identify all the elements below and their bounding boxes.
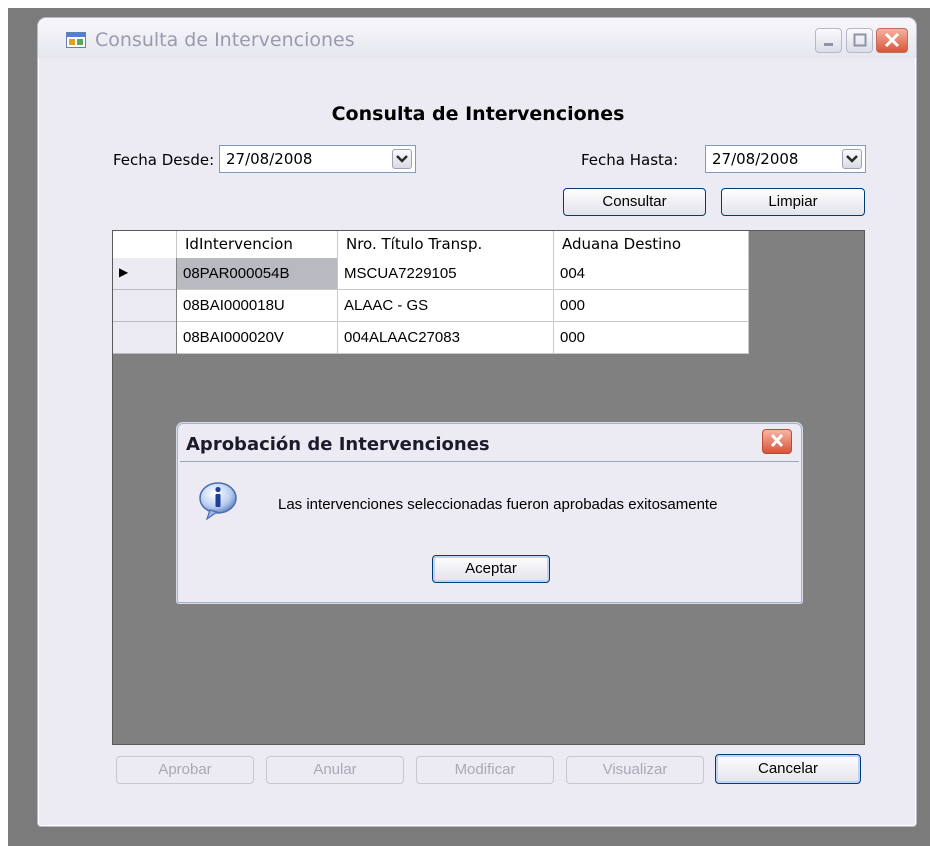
table-cell[interactable]: 000 — [554, 290, 749, 322]
table-cell[interactable]: 004ALAAC27083 — [338, 322, 554, 354]
column-header-aduana[interactable]: Aduana Destino — [554, 231, 749, 258]
window-title: Consulta de Intervenciones — [95, 29, 355, 51]
fecha-hasta-dropdown[interactable] — [842, 149, 862, 169]
grid-header: IdIntervencion Nro. Título Transp. Aduan… — [113, 231, 749, 258]
minimize-button[interactable] — [815, 28, 842, 53]
table-cell[interactable]: 000 — [554, 322, 749, 354]
grid-corner-cell — [113, 231, 177, 258]
fecha-desde-value: 27/08/2008 — [226, 150, 313, 168]
fecha-hasta-label: Fecha Hasta: — [581, 151, 679, 169]
table-cell[interactable]: 08PAR000054B — [177, 258, 338, 290]
close-button[interactable] — [876, 28, 908, 53]
row-header[interactable] — [113, 322, 176, 354]
maximize-icon — [853, 33, 867, 47]
column-header-titulo[interactable]: Nro. Título Transp. — [338, 231, 554, 258]
anular-button[interactable]: Anular — [266, 756, 404, 784]
dialog-title: Aprobación de Intervenciones — [186, 434, 490, 455]
dialog-body: Las intervenciones seleccionadas fueron … — [180, 461, 799, 602]
current-row-indicator-icon: ▶ — [119, 265, 129, 279]
modificar-button[interactable]: Modificar — [416, 756, 554, 784]
table-cell[interactable]: ALAAC - GS — [338, 290, 554, 322]
table-cell[interactable]: 004 — [554, 258, 749, 290]
page-heading: Consulta de Intervenciones — [331, 103, 625, 125]
close-icon — [770, 433, 784, 448]
row-header[interactable]: ▶ — [113, 258, 176, 290]
table-cell[interactable]: MSCUA7229105 — [338, 258, 554, 290]
table-cell[interactable]: 08BAI000020V — [177, 322, 338, 354]
maximize-button[interactable] — [846, 28, 873, 53]
table-cell[interactable]: 08BAI000018U — [177, 290, 338, 322]
column-header-id[interactable]: IdIntervencion — [177, 231, 338, 258]
dialog-message: Las intervenciones seleccionadas fueron … — [278, 496, 718, 513]
fecha-desde-dropdown[interactable] — [392, 149, 412, 169]
form-app-icon — [66, 32, 86, 48]
close-icon — [884, 32, 900, 48]
approval-dialog: Aprobación de Intervenciones Las interve… — [177, 423, 802, 603]
cancelar-button[interactable]: Cancelar — [715, 754, 861, 784]
limpiar-button[interactable]: Limpiar — [721, 188, 865, 216]
aceptar-button[interactable]: Aceptar — [432, 555, 550, 583]
fecha-hasta-picker[interactable]: 27/08/2008 — [705, 145, 866, 173]
consultar-button[interactable]: Consultar — [563, 188, 706, 216]
fecha-hasta-value: 27/08/2008 — [712, 150, 799, 168]
main-window: Consulta de Intervenciones Consulta de I… — [37, 17, 917, 827]
fecha-desde-picker[interactable]: 27/08/2008 — [219, 145, 416, 173]
title-bar[interactable]: Consulta de Intervenciones — [38, 18, 916, 58]
minimize-icon — [824, 43, 833, 46]
chevron-down-icon — [846, 155, 858, 163]
visualizar-button[interactable]: Visualizar — [566, 756, 704, 784]
dialog-close-button[interactable] — [762, 429, 792, 454]
fecha-desde-label: Fecha Desde: — [113, 151, 215, 169]
aprobar-button[interactable]: Aprobar — [116, 756, 254, 784]
info-icon — [199, 482, 237, 521]
row-header[interactable] — [113, 290, 176, 322]
chevron-down-icon — [396, 155, 408, 163]
